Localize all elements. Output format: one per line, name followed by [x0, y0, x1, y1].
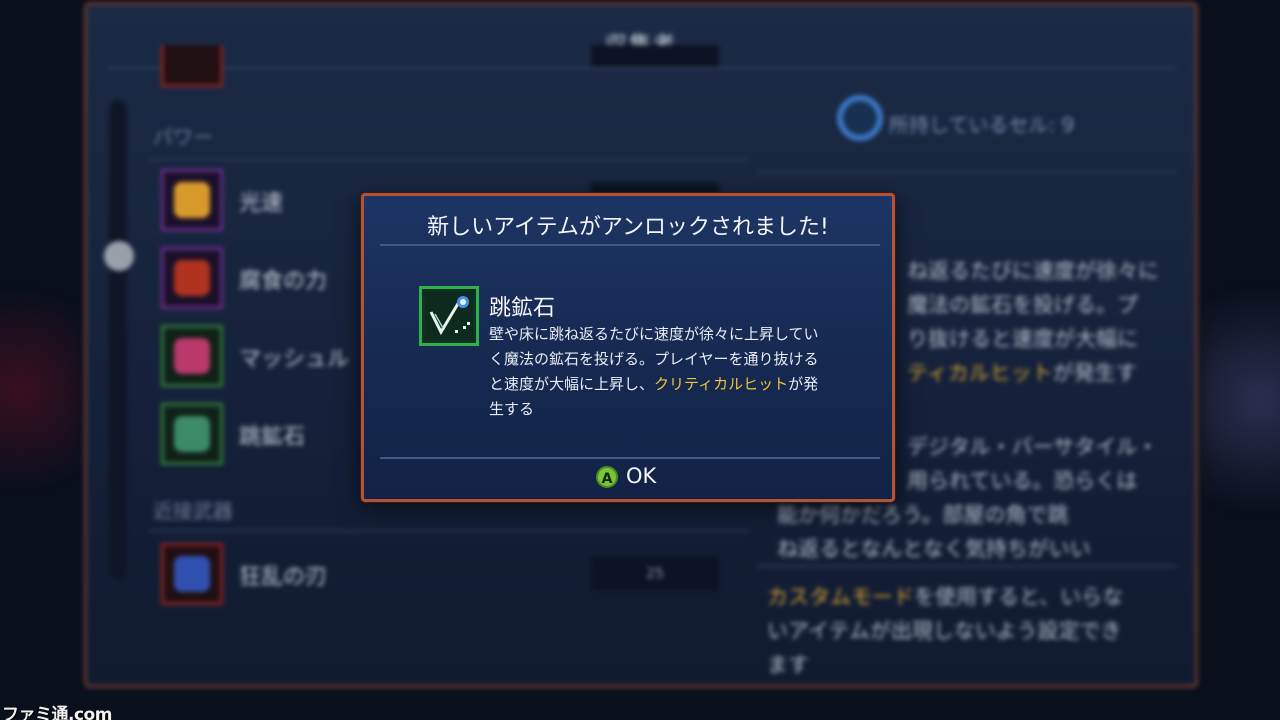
- detail-divider: [757, 565, 1177, 567]
- cell-count: 所持しているセル: 9: [889, 113, 1075, 137]
- watermark-logo: ファミ通.com: [2, 705, 112, 720]
- detail-highlight: ティカルヒット: [907, 361, 1053, 385]
- scrollbar-thumb[interactable]: [104, 241, 134, 271]
- item-name: 跳鉱石: [489, 296, 556, 321]
- desc-post: が発: [788, 375, 819, 393]
- desc-line: く魔法の鉱石を投げる。プレイヤーを通り抜ける: [489, 350, 819, 368]
- detail-desc-line: ね返るたびに速度が徐々に: [907, 259, 1159, 283]
- lore-line: 用られている。恐らくは: [907, 469, 1138, 493]
- dialog-title: 新しいアイテムがアンロックされました!: [427, 215, 829, 240]
- item-thumbnail: [161, 325, 223, 387]
- list-item-partial[interactable]: [161, 45, 741, 89]
- mushroom-icon: [174, 338, 210, 374]
- detail-desc-line: 魔法の鉱石を投げる。プ: [907, 293, 1138, 317]
- custom-mode-highlight: カスタムモード: [767, 585, 914, 609]
- tip-line: いアイテムが出現しないよう設定でき: [767, 619, 1122, 643]
- dialog-top-divider: [380, 244, 880, 246]
- lore-line: ね返るとなんとなく気持ちがいい: [777, 537, 1091, 561]
- item-cost: [591, 45, 719, 67]
- category-melee: 近接武器: [153, 499, 233, 523]
- item-name: 跳鉱石: [239, 425, 306, 450]
- lore-line: 能か何かだろう。部屋の角で跳: [777, 503, 1069, 527]
- item-description: 壁や床に跳ね返るたびに速度が徐々に上昇してい く魔法の鉱石を投げる。プレイヤーを…: [489, 322, 849, 422]
- unlock-dialog: 新しいアイテムがアンロックされました! 跳鉱石 壁や床に跳ね返るたびに速度が徐々…: [361, 193, 895, 502]
- item-name: マッシュル: [239, 347, 350, 372]
- item-thumbnail: [161, 543, 223, 605]
- item-name: 光速: [239, 191, 284, 216]
- desc-line: 壁や床に跳ね返るたびに速度が徐々に上昇してい: [489, 325, 819, 343]
- detail-divider: [757, 171, 1177, 173]
- bounce-ore-icon: [174, 416, 210, 452]
- item-thumbnail: [161, 403, 223, 465]
- tip-rest: を使用すると、いらな: [914, 585, 1124, 609]
- detail-desc-line: り抜けると速度が大幅に: [907, 327, 1138, 351]
- item-icon-frame: [419, 286, 479, 346]
- dialog-bottom-divider: [380, 457, 880, 459]
- ok-label: OK: [626, 464, 657, 488]
- right-glow: [1200, 250, 1280, 550]
- a-button-icon: A: [596, 466, 618, 488]
- item-thumbnail: [161, 169, 223, 231]
- category-power: パワー: [153, 125, 213, 149]
- item-thumbnail: [161, 45, 223, 87]
- detail-desc-rest: が発生す: [1052, 361, 1137, 385]
- blade-icon: [174, 556, 210, 592]
- critical-hit-highlight: クリティカルヒット: [654, 375, 789, 393]
- left-glow: [0, 260, 80, 520]
- bounce-ore-icon: [425, 292, 473, 340]
- lore-line: デジタル・バーサタイル・: [907, 435, 1159, 459]
- item-cost: 25: [591, 557, 719, 591]
- item-thumbnail: [161, 247, 223, 309]
- lightning-icon: [174, 182, 210, 218]
- tip-line: ます: [767, 653, 809, 677]
- detail-desc-line: ティカルヒットが発生す: [907, 357, 1137, 387]
- ok-button[interactable]: A OK: [592, 464, 672, 494]
- category-divider: [149, 158, 749, 160]
- list-item[interactable]: 狂乱の刃 25: [161, 543, 741, 607]
- list-scrollbar[interactable]: [109, 100, 127, 580]
- desc-line: と速度が大幅に上昇し、クリティカルヒットが発: [489, 372, 849, 397]
- item-name: 腐食の力: [239, 269, 328, 294]
- category-divider: [149, 530, 749, 532]
- item-name: 狂乱の刃: [239, 565, 328, 590]
- tip-line: カスタムモードを使用すると、いらな: [767, 581, 1123, 611]
- cell-icon: [837, 95, 883, 141]
- desc-pre: と速度が大幅に上昇し、: [489, 375, 655, 393]
- desc-line: 生する: [489, 400, 535, 418]
- corrosion-icon: [174, 260, 210, 296]
